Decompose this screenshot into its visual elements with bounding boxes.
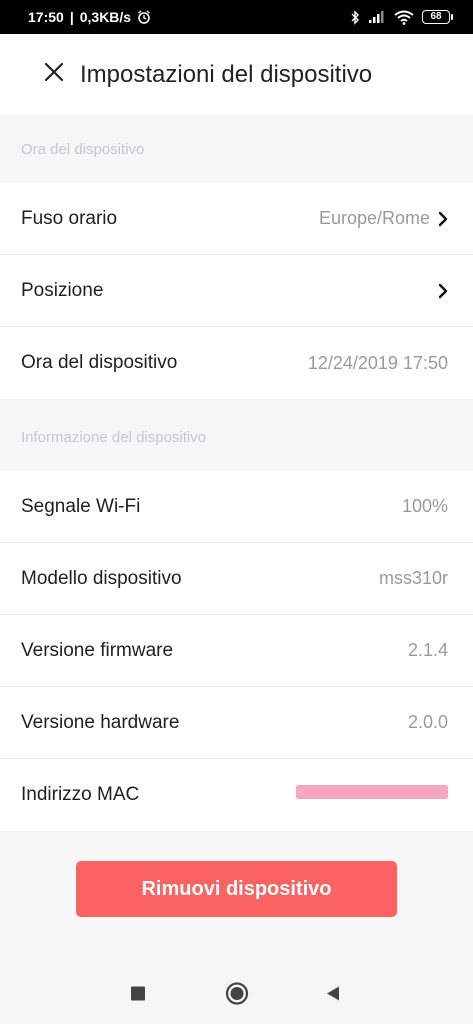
row-label: Versione firmware <box>21 639 174 661</box>
row-label: Ora del dispositivo <box>21 352 178 373</box>
status-right: 68 <box>350 9 453 25</box>
row-mac-address: Indirizzo MAC <box>0 759 473 831</box>
row-label: Indirizzo MAC <box>21 784 140 805</box>
row-value: 2.1.4 <box>407 640 448 660</box>
status-time: 17:50 <box>28 9 64 25</box>
row-value: mss310r <box>378 568 448 588</box>
status-separator: | <box>69 9 74 25</box>
row-right <box>438 283 448 299</box>
row-timezone[interactable]: Fuso orario Europe/Rome <box>0 183 473 255</box>
section-header-device-info: Informazione del dispositivo <box>0 403 473 471</box>
row-label: Posizione <box>21 279 104 301</box>
battery-tip <box>451 14 453 20</box>
battery-level: 68 <box>422 10 450 24</box>
row-label: Versione hardware <box>21 711 180 733</box>
close-icon <box>44 62 64 87</box>
row-position[interactable]: Posizione <box>0 255 473 327</box>
row-firmware-version: Versione firmware 2.1.4 <box>0 615 473 687</box>
signal-icon <box>368 10 386 24</box>
status-bar: 17:50 | 0,3KB/s 68 <box>0 0 473 34</box>
row-right: Europe/Rome <box>319 208 448 229</box>
status-net-speed: 0,3KB/s <box>79 9 132 25</box>
row-label: Segnale Wi-Fi <box>21 495 141 517</box>
row-wifi-signal: Segnale Wi-Fi 100% <box>0 471 473 543</box>
row-label: Modello dispositivo <box>21 567 182 589</box>
row-value: 2.0.0 <box>407 712 448 732</box>
row-hardware-version: Versione hardware 2.0.0 <box>0 687 473 759</box>
row-value: 12/24/2019 17:50 <box>307 352 448 373</box>
mac-redacted-bar <box>296 785 448 799</box>
section-header-device-time: Ora del dispositivo <box>0 115 473 183</box>
bluetooth-icon <box>350 9 360 25</box>
battery-icon: 68 <box>422 10 453 24</box>
header: Impostazioni del dispositivo <box>0 34 473 115</box>
row-device-model: Modello dispositivo mss310r <box>0 543 473 615</box>
chevron-right-icon <box>438 283 448 299</box>
remove-device-button[interactable]: Rimuovi dispositivo <box>76 861 397 917</box>
wifi-icon <box>394 10 414 25</box>
alarm-icon <box>137 10 151 24</box>
row-device-time: Ora del dispositivo 12/24/2019 17:50 <box>0 327 473 399</box>
nav-bar <box>0 968 473 1024</box>
recents-square-icon[interactable] <box>130 986 146 1007</box>
page-title: Impostazioni del dispositivo <box>80 60 373 88</box>
row-value: 100% <box>401 496 448 516</box>
row-label: Fuso orario <box>21 207 118 229</box>
row-value: Europe/Rome <box>318 208 430 228</box>
close-button[interactable] <box>34 55 74 95</box>
back-triangle-icon[interactable] <box>325 985 341 1008</box>
status-left: 17:50 | 0,3KB/s <box>28 9 151 25</box>
home-circle-icon[interactable] <box>225 982 249 1011</box>
chevron-right-icon <box>438 211 448 227</box>
